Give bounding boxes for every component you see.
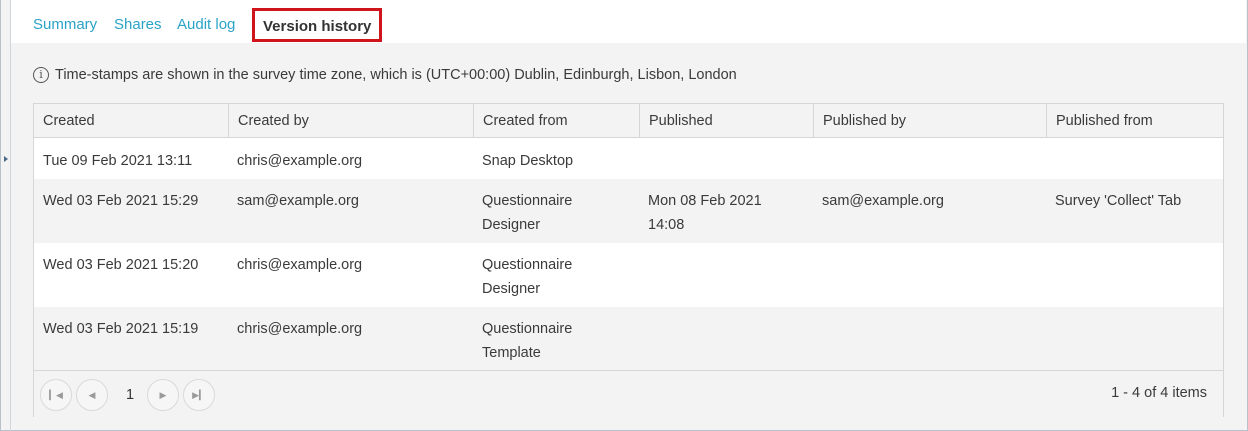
cell-created-from: Snap Desktop xyxy=(482,153,574,169)
cell-created: Wed 03 Feb 2021 15:29 xyxy=(43,193,199,209)
cell-published xyxy=(639,307,813,317)
tab-audit-log[interactable]: Audit log xyxy=(177,16,235,33)
collapse-arrow-icon[interactable] xyxy=(4,156,8,162)
cell-published-by xyxy=(813,243,1046,253)
cell-created-by: chris@example.org xyxy=(237,321,363,337)
tab-shares[interactable]: Shares xyxy=(114,16,162,33)
cell-created: Wed 03 Feb 2021 15:19 xyxy=(43,321,199,337)
table-row[interactable]: Wed 03 Feb 2021 15:29 sam@example.org Qu… xyxy=(34,179,1223,243)
last-page-icon[interactable]: ▶▎ xyxy=(183,379,215,411)
table-header: Created Created by Created from Publishe… xyxy=(34,104,1223,138)
first-page-icon[interactable]: ▎◀ xyxy=(40,379,72,411)
next-page-icon[interactable]: ▶ xyxy=(147,379,179,411)
page-number[interactable]: 1 xyxy=(114,379,146,411)
version-history-table: Created Created by Created from Publishe… xyxy=(33,103,1224,417)
column-header-created-by[interactable]: Created by xyxy=(228,104,473,138)
cell-created-by: sam@example.org xyxy=(237,193,359,209)
column-header-published-from[interactable]: Published from xyxy=(1046,104,1223,138)
tab-bar: Summary Shares Audit log Version history xyxy=(11,0,1246,43)
cell-published-from xyxy=(1046,243,1223,253)
column-header-published[interactable]: Published xyxy=(639,104,813,138)
cell-created-from: Questionnaire Template xyxy=(482,321,573,361)
previous-page-icon[interactable]: ◀ xyxy=(76,379,108,411)
tab-version-history[interactable]: Version history xyxy=(252,8,383,42)
timezone-notice: i Time-stamps are shown in the survey ti… xyxy=(33,67,737,83)
column-header-created[interactable]: Created xyxy=(34,104,228,138)
tab-summary[interactable]: Summary xyxy=(33,16,97,33)
pager-info: 1 - 4 of 4 items xyxy=(1111,385,1207,401)
column-header-published-by[interactable]: Published by xyxy=(813,104,1046,138)
cell-created-by: chris@example.org xyxy=(237,153,363,169)
cell-published-from: Survey 'Collect' Tab xyxy=(1055,193,1182,209)
cell-published: Mon 08 Feb 2021 14:08 xyxy=(648,193,762,233)
cell-created: Tue 09 Feb 2021 13:11 xyxy=(43,153,193,169)
pager: ▎◀ ◀ 1 ▶ ▶▎ 1 - 4 of 4 items xyxy=(34,370,1223,417)
cell-created-from: Questionnaire Designer xyxy=(482,193,573,233)
cell-published-by xyxy=(813,139,1046,149)
cell-created-by: chris@example.org xyxy=(237,257,363,273)
window-frame: Summary Shares Audit log Version history… xyxy=(0,0,1248,431)
version-history-panel: i Time-stamps are shown in the survey ti… xyxy=(11,43,1246,429)
cell-published-by: sam@example.org xyxy=(822,193,944,209)
table-row[interactable]: Wed 03 Feb 2021 15:20 chris@example.org … xyxy=(34,243,1223,307)
timezone-notice-text: Time-stamps are shown in the survey time… xyxy=(55,67,737,83)
cell-published-from xyxy=(1046,307,1223,317)
cell-published-by xyxy=(813,307,1046,317)
cell-created-from: Questionnaire Designer xyxy=(482,257,573,297)
table-row[interactable]: Wed 03 Feb 2021 15:19 chris@example.org … xyxy=(34,307,1223,370)
table-row[interactable]: Tue 09 Feb 2021 13:11 chris@example.org … xyxy=(34,139,1223,179)
cell-published xyxy=(639,139,813,149)
info-icon: i xyxy=(33,67,49,83)
cell-published-from xyxy=(1046,139,1223,149)
column-header-created-from[interactable]: Created from xyxy=(473,104,639,138)
cell-published xyxy=(639,243,813,253)
cell-created: Wed 03 Feb 2021 15:20 xyxy=(43,257,199,273)
